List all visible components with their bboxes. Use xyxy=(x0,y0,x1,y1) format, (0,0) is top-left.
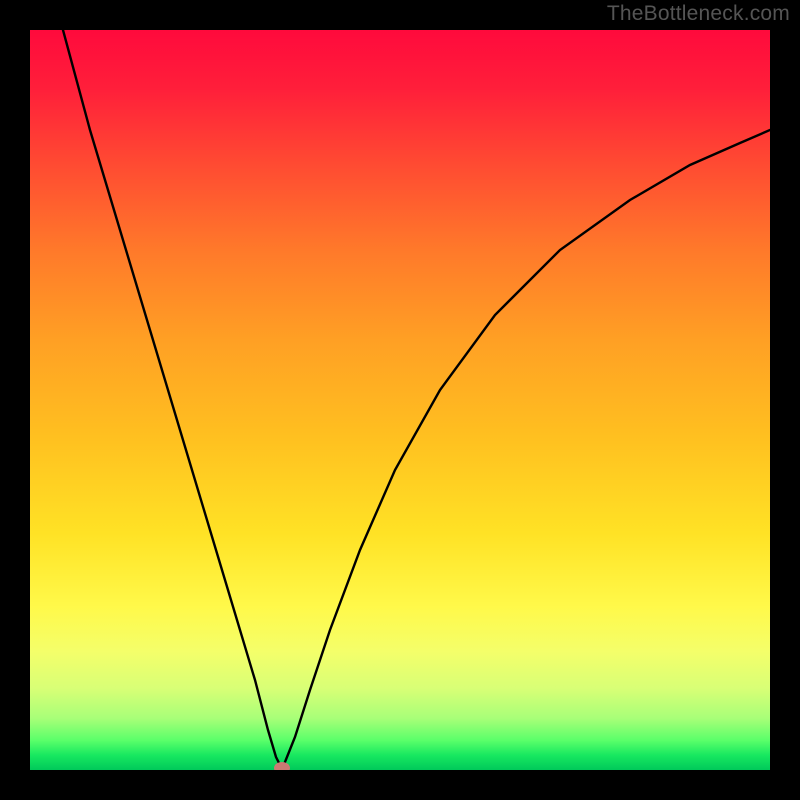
plot-area xyxy=(30,30,770,770)
minimum-marker xyxy=(274,762,290,770)
chart-frame: TheBottleneck.com xyxy=(0,0,800,800)
bottleneck-curve xyxy=(30,30,770,770)
watermark-text: TheBottleneck.com xyxy=(607,2,790,26)
